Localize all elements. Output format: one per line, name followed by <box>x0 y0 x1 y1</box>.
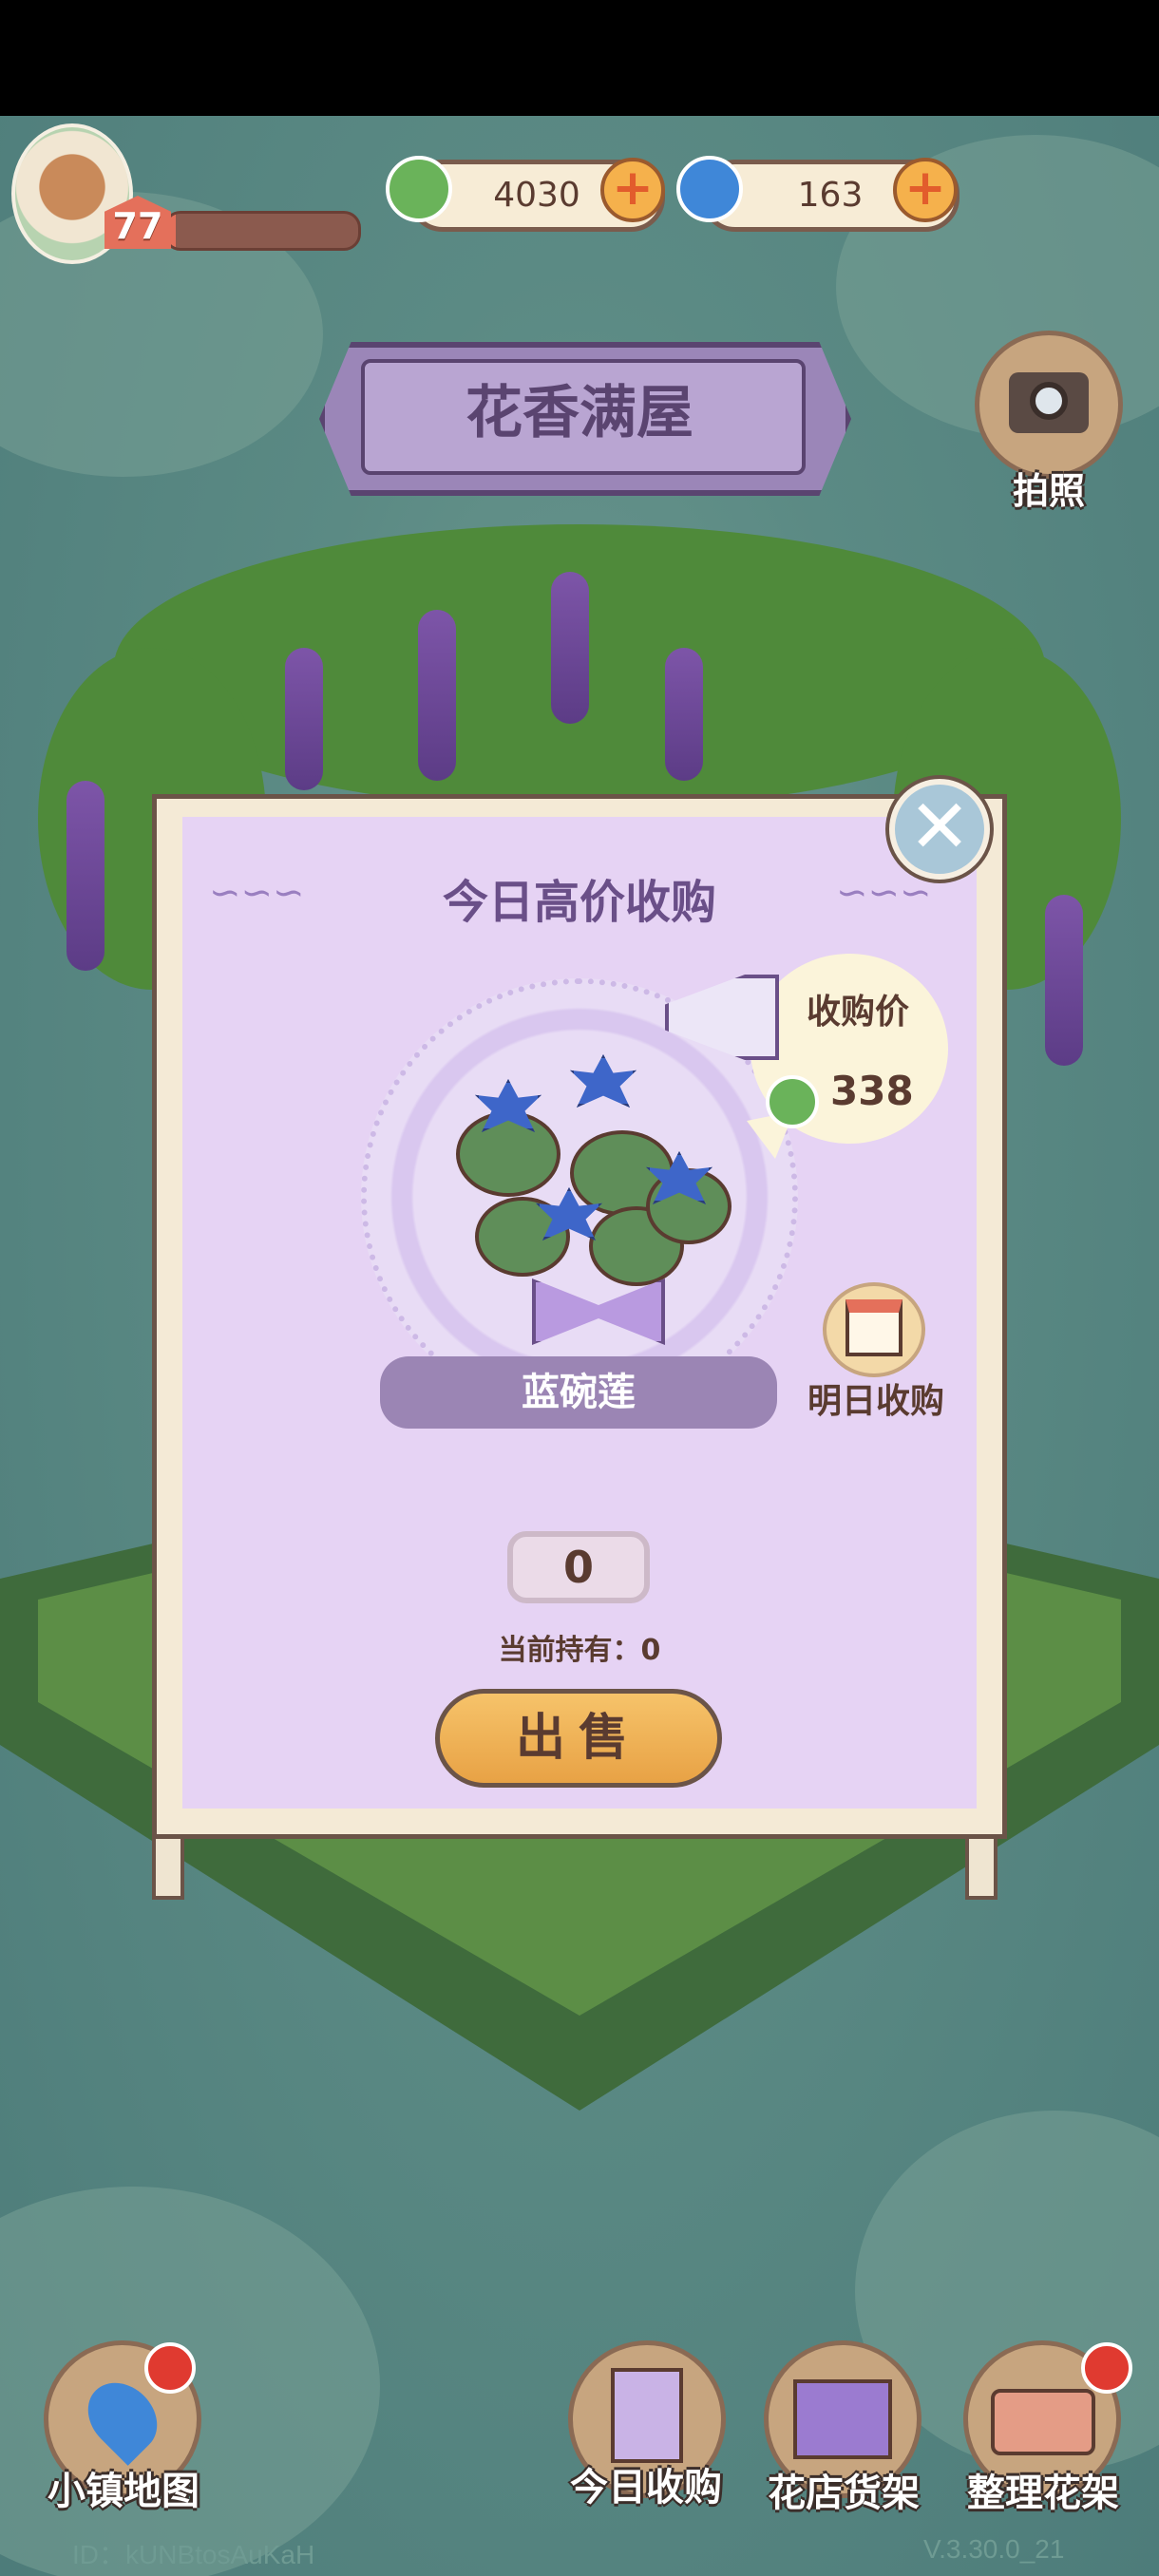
add-spiral-gem-button[interactable]: + <box>893 158 958 222</box>
title-flourish-left: ∽∽∽ <box>209 871 305 915</box>
spiral-gem-icon <box>676 156 743 222</box>
shop-shelf-label[interactable]: 花店货架 <box>739 2462 948 2517</box>
wisteria <box>66 781 104 971</box>
stall-icon <box>793 2379 892 2459</box>
arrange-shelf-label[interactable]: 整理花架 <box>939 2462 1148 2517</box>
lotus-leaf <box>456 1111 560 1197</box>
wisteria <box>285 648 323 790</box>
notification-dot <box>144 2342 196 2394</box>
tomorrow-purchase-label[interactable]: 明日收购 <box>800 1373 952 1423</box>
sell-button[interactable]: 出售 <box>435 1689 722 1788</box>
flowerpots-icon <box>991 2389 1095 2455</box>
sell-quantity-input[interactable]: 0 <box>507 1531 650 1603</box>
notification-dot <box>1081 2342 1132 2394</box>
wisteria <box>551 572 589 724</box>
modal-title: 今日高价收购 <box>442 876 716 929</box>
calendar-icon <box>846 1299 902 1356</box>
close-icon[interactable]: ✕ <box>889 779 990 880</box>
poster-icon <box>611 2368 683 2463</box>
flower-name: 蓝碗莲 <box>380 1356 777 1429</box>
leaf-coin-icon <box>386 156 452 222</box>
spiral-gem-value: 163 <box>797 176 864 215</box>
held-count: 当前持有：0 <box>498 1634 661 1667</box>
leaf-coin-value: 4030 <box>493 176 580 215</box>
leaf-coin-icon <box>766 1075 819 1128</box>
wisteria <box>418 610 456 781</box>
town-map-label[interactable]: 小镇地图 <box>19 2460 228 2515</box>
player-id: ID：kUNBtosAuKaH <box>72 2540 315 2569</box>
wisteria <box>665 648 703 781</box>
today-purchase-label[interactable]: 今日收购 <box>542 2456 750 2511</box>
version-text: V.3.30.0_21 <box>923 2534 1065 2564</box>
camera-lens <box>1030 382 1068 420</box>
xp-bar <box>163 211 361 251</box>
shop-title: 花香满屋 <box>466 380 694 446</box>
purchase-price-value: 338 <box>830 1068 914 1114</box>
purchase-price-label: 收购价 <box>806 993 909 1032</box>
add-leaf-coin-button[interactable]: + <box>600 158 665 222</box>
wisteria <box>1045 895 1083 1066</box>
camera-label: 拍照 <box>1012 470 1085 512</box>
